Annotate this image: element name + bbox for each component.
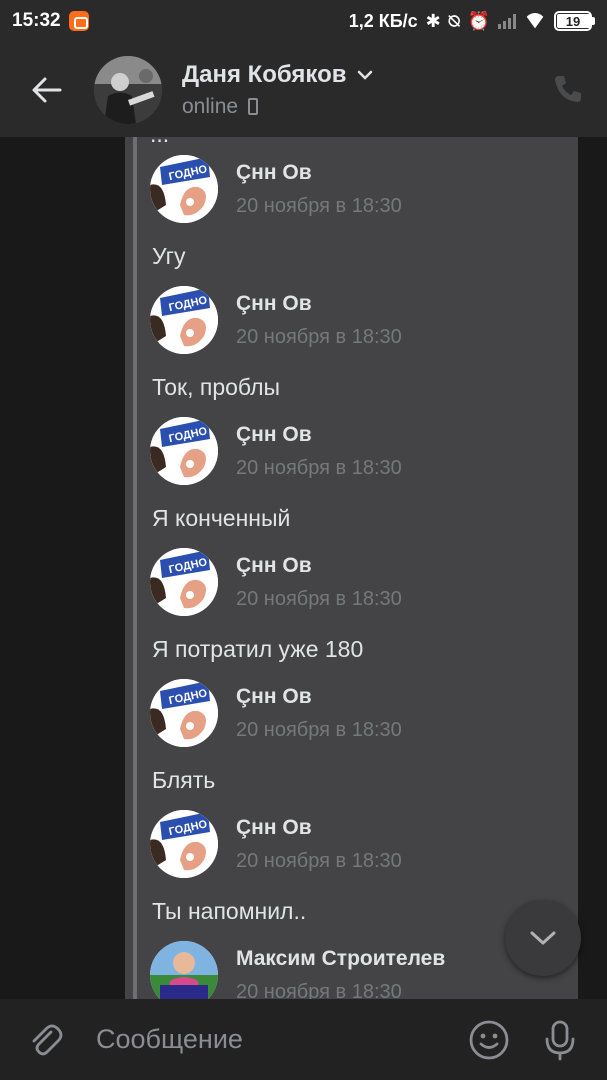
author-name: Çнн Ов: [236, 161, 312, 184]
emoji-button[interactable]: [459, 999, 519, 1080]
message-author-row[interactable]: ГОДНО Çнн Ов 20 ноября в 18:30: [150, 810, 570, 880]
alarm-clock-icon: ⏰: [467, 10, 490, 31]
message-text: Ты напомнил..: [152, 898, 307, 924]
message-author-row[interactable]: ГОДНО Çнн Ов 20 ноября в 18:30: [150, 548, 570, 618]
cell-signal-icon: [498, 13, 516, 29]
message-date: 20 ноября в 18:30: [236, 981, 402, 999]
network-speed: 1,2 КБ/с: [348, 10, 418, 31]
battery-level: 19: [565, 13, 581, 29]
message-author-row[interactable]: ГОДНО Çнн Ов 20 ноября в 18:30: [150, 155, 570, 225]
back-button[interactable]: [0, 42, 94, 137]
chevron-down-icon: [530, 931, 556, 945]
contact-name: Даня Кобяков: [182, 60, 347, 88]
message-text: Угу: [152, 243, 186, 269]
author-avatar[interactable]: ГОДНО: [150, 679, 218, 747]
message-author-row[interactable]: ГОДНО Çнн Ов 20 ноября в 18:30: [150, 417, 570, 487]
message-date: 20 ноября в 18:30: [236, 457, 402, 479]
author-avatar[interactable]: ГОДНО: [150, 548, 218, 616]
author-name: Çнн Ов: [236, 292, 312, 315]
message-date: 20 ноября в 18:30: [236, 719, 402, 741]
contact-info[interactable]: Даня Кобяков online: [182, 61, 373, 119]
author-avatar[interactable]: ГОДНО: [150, 810, 218, 878]
phone-call-icon: [555, 76, 581, 102]
message-date: 20 ноября в 18:30: [236, 326, 402, 348]
author-name: Çнн Ов: [236, 685, 312, 708]
voice-message-button[interactable]: [535, 999, 585, 1080]
message-composer: [0, 999, 607, 1080]
author-name: Максим Строителев: [236, 947, 446, 970]
author-name: Çнн Ов: [236, 816, 312, 839]
author-avatar[interactable]: ГОДНО: [150, 286, 218, 354]
mute-bell-icon: ⍉: [448, 10, 460, 31]
message-author-row[interactable]: ГОДНО Çнн Ов 20 ноября в 18:30: [150, 679, 570, 749]
forwarded-quote-bar: [133, 137, 137, 999]
scroll-down-button[interactable]: [505, 900, 581, 976]
message-text-partial: ...: [150, 137, 169, 148]
message-date: 20 ноября в 18:30: [236, 588, 402, 610]
message-list[interactable]: ... ГОДНО Çнн Ов 20 ноября в 18:30 Угу Г…: [0, 137, 607, 999]
message-date: 20 ноября в 18:30: [236, 195, 402, 217]
author-avatar[interactable]: [150, 941, 218, 999]
chevron-down-icon: [357, 70, 372, 80]
author-avatar[interactable]: ГОДНО: [150, 417, 218, 485]
call-button[interactable]: [551, 72, 585, 106]
wifi-icon: [524, 13, 546, 29]
emoji-icon: [469, 1020, 509, 1059]
author-avatar[interactable]: ГОДНО: [150, 155, 218, 223]
contact-status: online: [182, 94, 239, 118]
message-text: Ток, проблы: [152, 374, 281, 400]
status-indicators: 1,2 КБ/с ✱ ⍉ ⏰ 19: [349, 11, 595, 32]
message-input[interactable]: [90, 1014, 459, 1065]
microphone-icon: [545, 1020, 575, 1060]
author-name: Çнн Ов: [236, 423, 312, 446]
chat-header: Даня Кобяков online: [0, 42, 607, 137]
message-author-row[interactable]: ГОДНО Çнн Ов 20 ноября в 18:30: [150, 286, 570, 356]
paperclip-icon: [32, 1024, 63, 1055]
notification-app-icon: [68, 11, 89, 31]
message-text: Я конченный: [152, 505, 291, 531]
bluetooth-icon: ✱: [425, 10, 441, 31]
author-name: Çнн Ов: [236, 554, 312, 577]
battery-icon: 19: [554, 11, 595, 31]
mobile-phone-icon: [248, 98, 259, 115]
message-text: Я потратил уже 180: [152, 636, 364, 662]
message-date: 20 ноября в 18:30: [236, 850, 402, 872]
message-text: Блять: [152, 767, 216, 793]
attach-button[interactable]: [0, 999, 90, 1080]
contact-avatar[interactable]: [94, 55, 162, 124]
status-time: 15:32: [12, 10, 61, 31]
back-arrow-icon: [32, 77, 62, 102]
status-bar: 15:32 1,2 КБ/с ✱ ⍉ ⏰ 19: [0, 0, 607, 42]
